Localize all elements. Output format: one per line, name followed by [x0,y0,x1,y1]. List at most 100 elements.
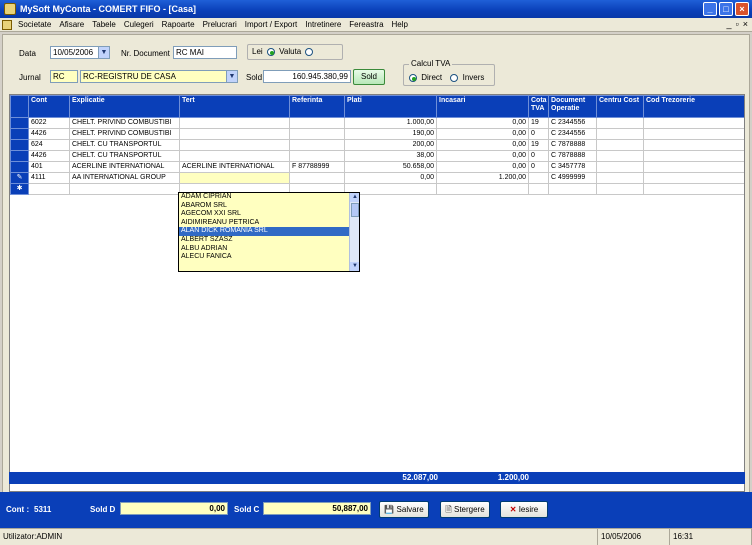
cell-cod[interactable] [643,128,744,140]
cell-incasari[interactable] [436,183,529,195]
close-button[interactable]: × [735,2,749,16]
dropdown-option[interactable]: ALAN DICK ROMANIA SRL [179,227,359,236]
menu-afisare[interactable]: Afisare [55,20,88,29]
date-dropdown-icon[interactable]: ▼ [98,47,109,58]
minimize-button[interactable]: _ [703,2,717,16]
lei-radio[interactable] [266,47,275,56]
cell-cota[interactable] [528,172,549,184]
cell-cont[interactable]: 6022 [28,117,70,129]
cell-plati[interactable]: 38,00 [344,150,437,162]
cell-cota[interactable]: 0 [528,150,549,162]
cell-cod[interactable] [643,150,744,162]
col-incasari[interactable]: Incasari [436,95,529,118]
table-row[interactable]: 4426 CHELT. CU TRANSPORTUL 38,00 0,00 0 C 787… [10,150,744,162]
col-plati[interactable]: Plati [344,95,437,118]
jurnal-dropdown-icon[interactable]: ▼ [226,71,237,82]
cell-cod[interactable] [643,139,744,151]
menu-fereastra[interactable]: Fereastra [345,20,387,29]
cell-incasari[interactable]: 0,00 [436,117,529,129]
col-cont[interactable]: Cont [28,95,70,118]
cell-centru[interactable] [596,128,644,140]
dropdown-scrollbar[interactable]: ▲ ▼ [349,193,359,271]
cell-referinta[interactable] [289,150,345,162]
cell-cont[interactable] [28,183,70,195]
cell-tert[interactable] [179,117,290,129]
cell-tert[interactable]: ACERLINE INTERNATIONAL [179,161,290,173]
row-indicator[interactable] [10,150,29,162]
cell-incasari[interactable]: 0,00 [436,128,529,140]
cell-explicatie[interactable] [69,183,180,195]
menu-societate[interactable]: Societate [14,20,55,29]
cell-explicatie[interactable]: CHELT. PRIVIND COMBUSTIBI [69,128,180,140]
date-input[interactable]: 10/05/2006 ▼ [50,46,110,59]
cell-document[interactable]: C 2344556 [548,117,597,129]
cell-referinta[interactable] [289,172,345,184]
sold-button[interactable]: Sold [353,69,385,85]
menu-culegeri[interactable]: Culegeri [120,20,158,29]
cell-plati[interactable]: 1.000,00 [344,117,437,129]
cell-cod[interactable] [643,117,744,129]
cell-incasari[interactable]: 0,00 [436,161,529,173]
menu-import-export[interactable]: Import / Export [241,20,301,29]
cell-cont[interactable]: 4111 [28,172,70,184]
menu-tabele[interactable]: Tabele [88,20,120,29]
cell-document[interactable]: C 7878888 [548,139,597,151]
table-row[interactable]: 4426 CHELT. PRIVIND COMBUSTIBI 190,00 0,00 0… [10,128,744,140]
exit-button[interactable]: ✕ Iesire [500,501,548,518]
cell-tert[interactable] [179,128,290,140]
cell-cota[interactable]: 0 [528,161,549,173]
cell-plati[interactable]: 0,00 [344,172,437,184]
cell-cota[interactable] [528,183,549,195]
cell-document[interactable]: C 7878888 [548,150,597,162]
table-row[interactable]: 6022 CHELT. PRIVIND COMBUSTIBI 1.000,00 0,0… [10,117,744,129]
cell-referinta[interactable] [289,139,345,151]
menu-prelucrari[interactable]: Prelucrari [199,20,241,29]
transactions-grid[interactable]: Cont Explicatie Tert Referinta Plati Inc… [9,94,745,492]
cell-explicatie[interactable]: AA INTERNATIONAL GROUP [69,172,180,184]
cell-cont[interactable]: 624 [28,139,70,151]
cell-centru[interactable] [596,161,644,173]
valuta-radio[interactable] [305,47,314,56]
cell-explicatie[interactable]: CHELT. CU TRANSPORTUL [69,139,180,151]
cell-tert[interactable] [179,172,290,184]
cell-explicatie[interactable]: ACERLINE INTERNATIONAL [69,161,180,173]
col-referinta[interactable]: Referinta [289,95,345,118]
scroll-thumb[interactable] [351,203,359,217]
tva-invers-radio[interactable] [450,73,459,82]
jurnal-name-select[interactable]: RC-REGISTRU DE CASA ▼ [80,70,238,83]
cell-centru[interactable] [596,150,644,162]
row-indicator[interactable] [10,139,29,151]
cell-tert[interactable] [179,139,290,151]
mdi-minimize-icon[interactable]: _ [727,19,732,29]
cell-document[interactable] [548,183,597,195]
table-row[interactable]: ✎ 4111 AA INTERNATIONAL GROUP 0,00 1.200,00 C… [10,172,744,184]
menu-rapoarte[interactable]: Rapoarte [158,20,199,29]
row-indicator[interactable]: ✱ [10,183,29,195]
cell-document[interactable]: C 4999999 [548,172,597,184]
cell-cota[interactable]: 19 [528,117,549,129]
row-indicator[interactable]: ✎ [10,172,29,184]
dropdown-option[interactable]: AGECOM XXI SRL [179,210,359,219]
cell-centru[interactable] [596,117,644,129]
cell-plati[interactable]: 200,00 [344,139,437,151]
cell-referinta[interactable]: F 87788999 [289,161,345,173]
cell-cod[interactable] [643,183,744,195]
dropdown-option[interactable]: AIDIMIREANU PETRICA [179,219,359,228]
col-centru-cost[interactable]: Centru Cost [596,95,644,118]
save-button[interactable]: 💾 Salvare [379,501,429,518]
cell-referinta[interactable] [289,117,345,129]
cell-cod[interactable] [643,161,744,173]
dropdown-option[interactable]: ALBU ADRIAN [179,245,359,254]
cell-cont[interactable]: 401 [28,161,70,173]
cell-cota[interactable]: 19 [528,139,549,151]
table-row[interactable]: 401 ACERLINE INTERNATIONAL ACERLINE INTERN… [10,161,744,173]
cell-cod[interactable] [643,172,744,184]
delete-button[interactable]: 🗎 Stergere [440,501,490,518]
cell-centru[interactable] [596,183,644,195]
row-indicator[interactable] [10,161,29,173]
dropdown-option[interactable]: ABAROM SRL [179,202,359,211]
mdi-restore-icon[interactable]: ▫ [736,19,739,29]
col-tert[interactable]: Tert [179,95,290,118]
cell-plati[interactable]: 190,00 [344,128,437,140]
dropdown-option[interactable]: ALBERT SZASZ [179,236,359,245]
